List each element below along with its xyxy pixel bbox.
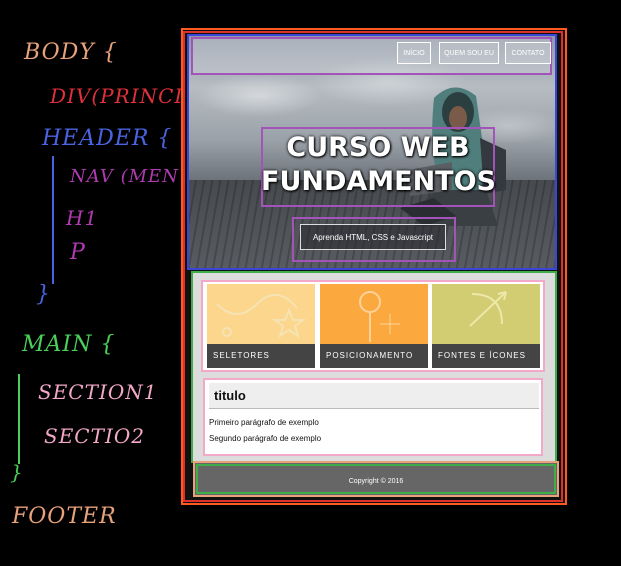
annotation-section2: SECTIO2 [44,424,145,448]
page-title-line1: CURSO WEB [286,132,470,163]
map-pin-icon [359,291,400,342]
hero-subtitle: Aprenda HTML, CSS e Javascript [300,224,446,250]
annotation-close-main: } [10,460,24,484]
copyright-text: Copyright © 2016 [348,478,404,485]
card-label-fontes: FONTES E ÍCONES [432,344,540,368]
card-label-seletores: SELETORES [207,344,315,368]
annotation-p: P [70,240,86,265]
annotation-bracket-header [52,156,54,284]
nav-quem-sou-eu-button[interactable]: QUEM SOU EU [439,42,499,64]
card-art-seletores [207,284,315,344]
card-posicionamento[interactable]: POSICIONAMENTO [320,284,428,368]
page-title: CURSO WEB FUNDAMENTOS [261,131,496,199]
section-title: titulo [209,383,539,409]
paragraph-2: Segundo parágrafo de exemplo [209,434,322,443]
annotation-close-header: } [36,282,51,307]
annotation-main: MAIN { [22,332,116,357]
annotation-footer: FOOTER [12,504,117,529]
bow-arrow-icon [469,291,507,327]
annotation-section1: SECTION1 [38,380,158,404]
card-art-posicionamento [320,284,428,344]
star-doodle-icon [216,294,306,339]
paragraph-1: Primeiro parágrafo de exemplo [209,418,319,427]
card-fontes-e-icones[interactable]: FONTES E ÍCONES [432,284,540,368]
card-art-fontes [432,284,540,344]
nav-inicio-button[interactable]: INÍCIO [397,42,431,64]
annotation-body: BODY { [24,40,118,65]
annotation-header: HEADER { [42,126,173,151]
annotation-h1: H1 [66,206,99,230]
annotation-bracket-main [18,374,20,464]
page-title-line2: FUNDAMENTOS [261,166,496,197]
card-seletores[interactable]: SELETORES [207,284,315,368]
card-label-posicionamento: POSICIONAMENTO [320,344,428,368]
nav-contato-button[interactable]: CONTATO [505,42,551,64]
